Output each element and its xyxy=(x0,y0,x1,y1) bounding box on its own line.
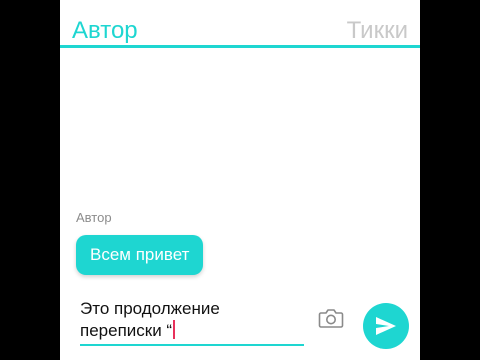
message-sender-name: Автор xyxy=(76,210,112,225)
text-cursor xyxy=(173,320,176,339)
chat-header: Автор Тикки xyxy=(60,0,420,48)
message-input-line-2-text: переписки “ xyxy=(80,321,173,340)
message-input[interactable]: Это продолжение переписки “ xyxy=(80,298,304,346)
chat-screen: Автор Тикки Автор Всем привет Это продол… xyxy=(60,0,420,360)
camera-icon xyxy=(318,309,344,328)
camera-button[interactable] xyxy=(316,305,346,331)
message-input-line-1: Это продолжение xyxy=(80,299,220,318)
message-input-line-2: переписки “ xyxy=(80,320,304,342)
header-divider xyxy=(60,45,420,48)
send-icon xyxy=(376,317,396,335)
send-button[interactable] xyxy=(363,303,409,349)
tab-tikki[interactable]: Тикки xyxy=(347,16,408,46)
message-bubble: Всем привет xyxy=(76,235,204,275)
tab-author[interactable]: Автор xyxy=(72,16,138,46)
message-text: Всем привет xyxy=(90,245,190,264)
